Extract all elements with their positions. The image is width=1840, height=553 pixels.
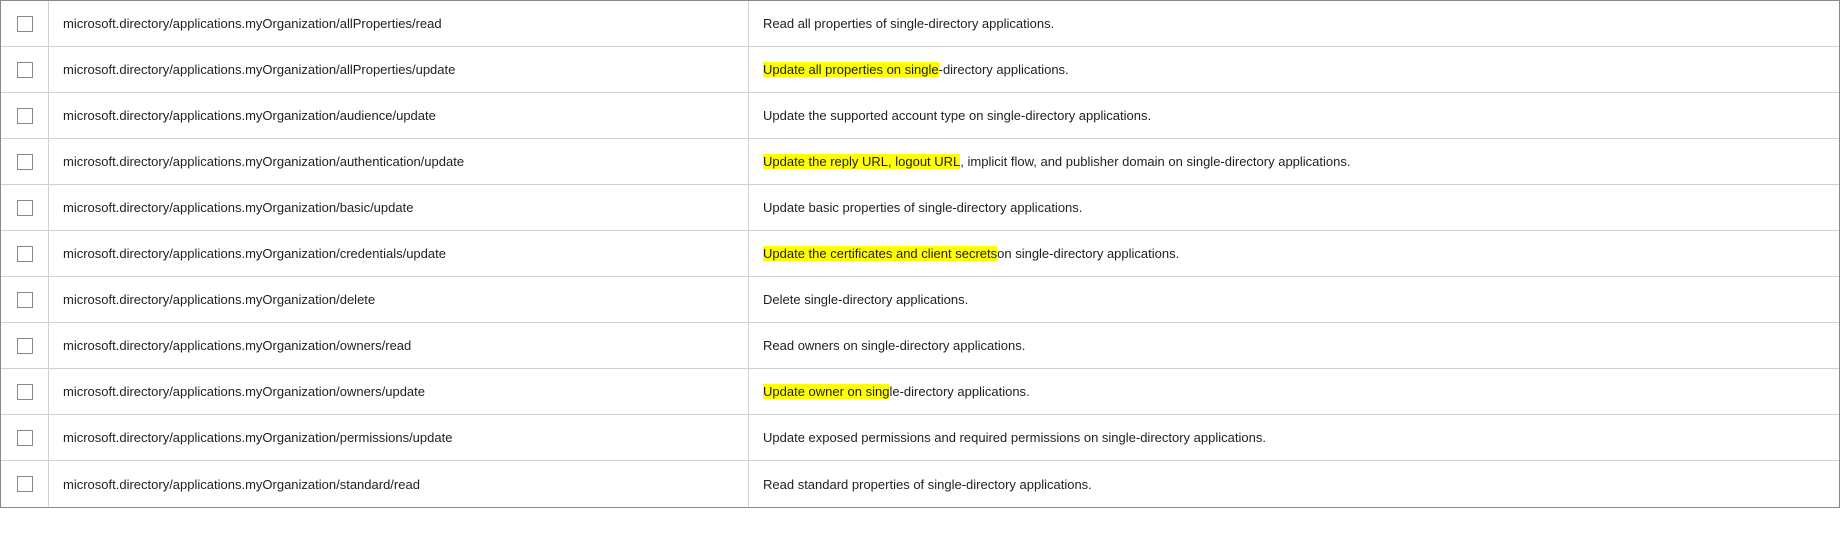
permission-name: microsoft.directory/applications.myOrgan… [49,323,749,368]
permission-description: Update all properties on single-director… [749,47,1839,92]
permission-name: microsoft.directory/applications.myOrgan… [49,231,749,276]
row-checkbox[interactable] [17,16,33,32]
permission-name: microsoft.directory/applications.myOrgan… [49,93,749,138]
checkbox-cell [1,47,49,92]
highlighted-text: Update owner on sing [763,384,889,399]
table-row: microsoft.directory/applications.myOrgan… [1,47,1839,93]
permission-description: Update exposed permissions and required … [749,415,1839,460]
permission-name: microsoft.directory/applications.myOrgan… [49,185,749,230]
checkbox-cell [1,461,49,507]
permission-description: Read owners on single-directory applicat… [749,323,1839,368]
row-checkbox[interactable] [17,246,33,262]
table-row: microsoft.directory/applications.myOrgan… [1,1,1839,47]
permission-description: Update the reply URL, logout URL, implic… [749,139,1839,184]
permission-description: Update owner on single-directory applica… [749,369,1839,414]
checkbox-cell [1,231,49,276]
checkbox-cell [1,415,49,460]
table-row: microsoft.directory/applications.myOrgan… [1,231,1839,277]
permission-description: Delete single-directory applications. [749,277,1839,322]
row-checkbox[interactable] [17,338,33,354]
row-checkbox[interactable] [17,476,33,492]
row-checkbox[interactable] [17,154,33,170]
highlighted-text: Update all properties on single [763,62,939,77]
permission-description: Update the supported account type on sin… [749,93,1839,138]
permission-name: microsoft.directory/applications.myOrgan… [49,139,749,184]
permission-description: Read standard properties of single-direc… [749,461,1839,507]
permission-name: microsoft.directory/applications.myOrgan… [49,415,749,460]
checkbox-cell [1,277,49,322]
permission-name: microsoft.directory/applications.myOrgan… [49,277,749,322]
row-checkbox[interactable] [17,62,33,78]
highlighted-text: Update the certificates and client secre… [763,246,997,261]
checkbox-cell [1,1,49,46]
row-checkbox[interactable] [17,430,33,446]
table-row: microsoft.directory/applications.myOrgan… [1,323,1839,369]
checkbox-cell [1,369,49,414]
permissions-table: microsoft.directory/applications.myOrgan… [0,0,1840,508]
table-row: microsoft.directory/applications.myOrgan… [1,93,1839,139]
checkbox-cell [1,139,49,184]
table-row: microsoft.directory/applications.myOrgan… [1,185,1839,231]
permission-name: microsoft.directory/applications.myOrgan… [49,461,749,507]
permission-description: Update basic properties of single-direct… [749,185,1839,230]
permission-name: microsoft.directory/applications.myOrgan… [49,47,749,92]
table-row: microsoft.directory/applications.myOrgan… [1,369,1839,415]
permission-name: microsoft.directory/applications.myOrgan… [49,1,749,46]
checkbox-cell [1,323,49,368]
row-checkbox[interactable] [17,292,33,308]
row-checkbox[interactable] [17,384,33,400]
table-row: microsoft.directory/applications.myOrgan… [1,415,1839,461]
highlighted-text: Update the reply URL, logout URL [763,154,960,169]
table-row: microsoft.directory/applications.myOrgan… [1,461,1839,507]
permission-description: Update the certificates and client secre… [749,231,1839,276]
permission-description: Read all properties of single-directory … [749,1,1839,46]
checkbox-cell [1,185,49,230]
table-row: microsoft.directory/applications.myOrgan… [1,139,1839,185]
row-checkbox[interactable] [17,200,33,216]
table-row: microsoft.directory/applications.myOrgan… [1,277,1839,323]
row-checkbox[interactable] [17,108,33,124]
checkbox-cell [1,93,49,138]
permission-name: microsoft.directory/applications.myOrgan… [49,369,749,414]
